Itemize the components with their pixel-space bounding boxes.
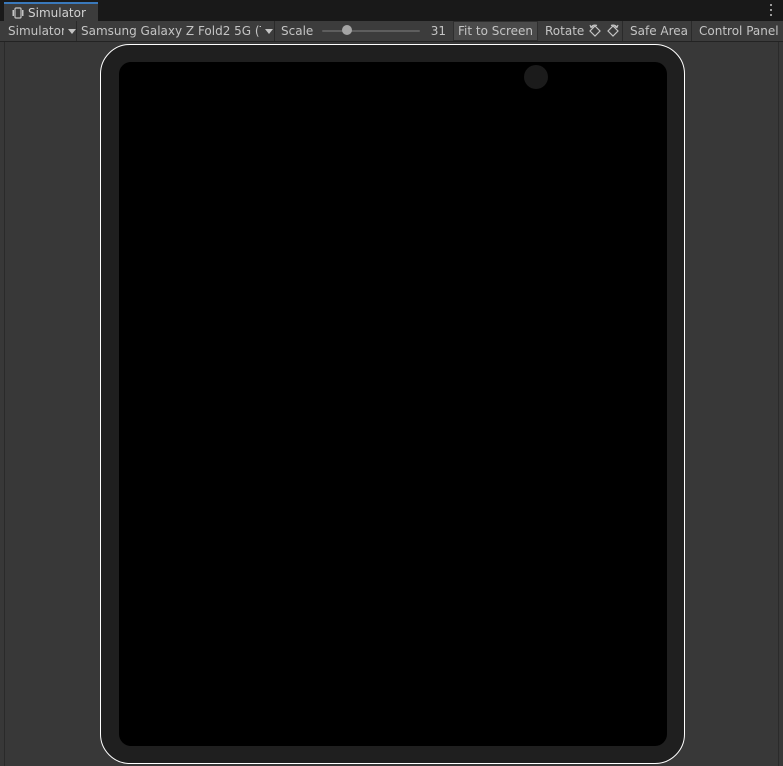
- tab-title: Simulator: [28, 5, 86, 20]
- rotate-label: Rotate: [545, 24, 585, 38]
- device-screen[interactable]: [119, 62, 667, 746]
- safe-area-label: Safe Area: [630, 24, 689, 38]
- device-simulator-icon: [12, 6, 24, 19]
- control-panel-label: Control Panel: [699, 24, 779, 38]
- mode-dropdown[interactable]: Simulator: [4, 21, 77, 41]
- tab-bar: Simulator: [0, 0, 783, 21]
- control-panel-toggle[interactable]: Control Panel: [692, 21, 783, 41]
- front-camera-cutout: [524, 65, 548, 89]
- scale-slider-track[interactable]: [322, 30, 420, 32]
- simulator-toolbar: Simulator Samsung Galaxy Z Fold2 5G (Ta …: [0, 21, 783, 42]
- rotate-right-icon[interactable]: [606, 24, 620, 38]
- device-dropdown[interactable]: Samsung Galaxy Z Fold2 5G (Ta: [77, 21, 275, 41]
- chevron-down-icon: [68, 28, 76, 34]
- fit-to-screen-label: Fit to Screen: [458, 24, 533, 38]
- tab-simulator[interactable]: Simulator: [4, 2, 98, 21]
- window-menu-button[interactable]: [768, 4, 774, 16]
- scale-value: 31: [430, 24, 446, 38]
- rotate-left-icon[interactable]: [588, 24, 602, 38]
- scale-slider-thumb[interactable]: [342, 25, 352, 35]
- scale-label: Scale: [281, 24, 314, 38]
- device-dropdown-label: Samsung Galaxy Z Fold2 5G (Ta: [81, 24, 261, 38]
- safe-area-toggle[interactable]: Safe Area: [623, 21, 692, 41]
- mode-dropdown-label: Simulator: [8, 24, 64, 38]
- chevron-down-icon: [265, 28, 273, 34]
- simulator-window: Simulator Simulator Samsung Galaxy Z Fol…: [0, 0, 783, 766]
- fit-to-screen-button[interactable]: Fit to Screen: [453, 21, 538, 41]
